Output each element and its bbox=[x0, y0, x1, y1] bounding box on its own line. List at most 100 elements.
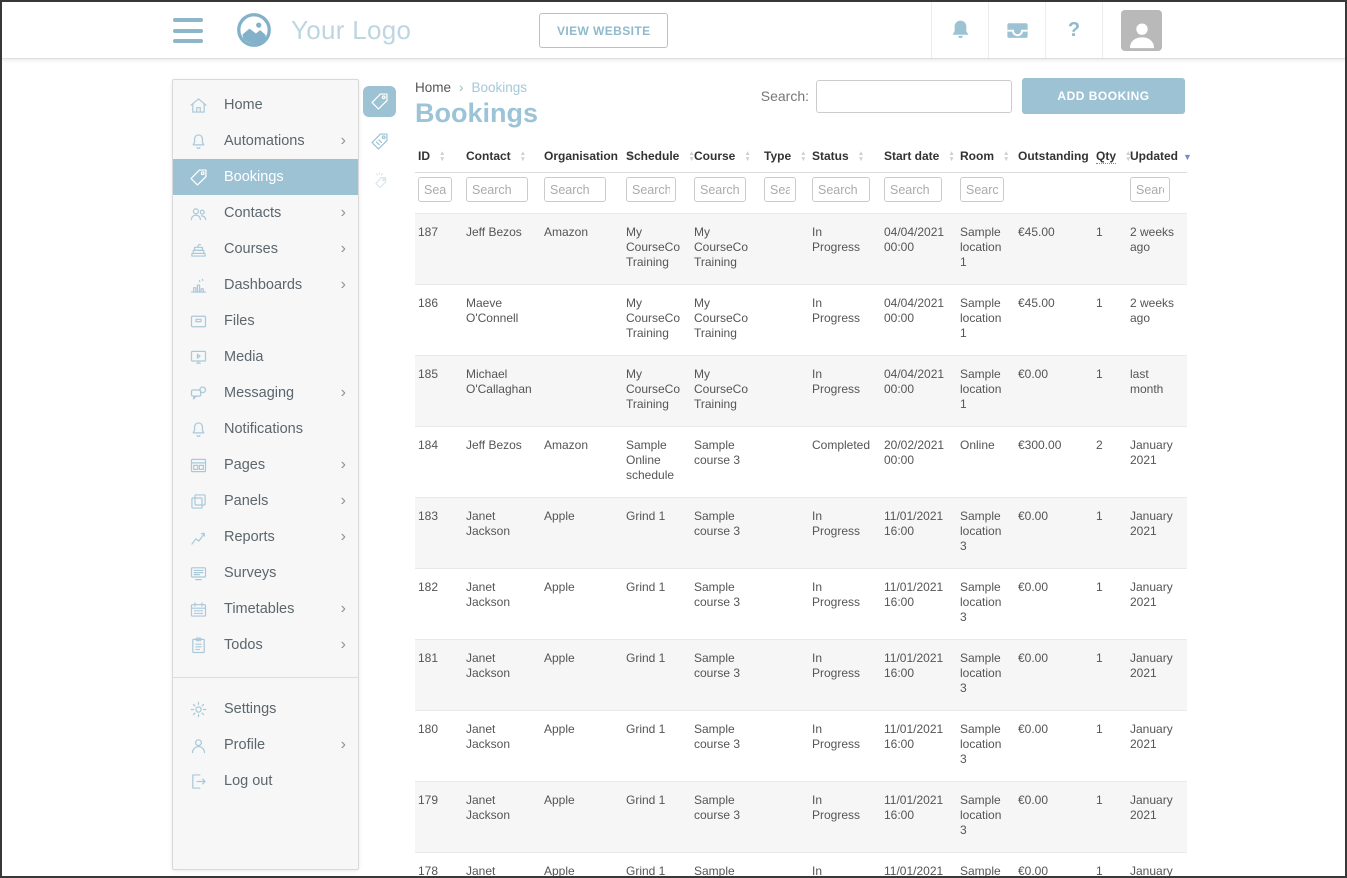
filter-type-input[interactable] bbox=[764, 177, 796, 202]
cell: My CourseCo Training bbox=[691, 214, 761, 285]
cell: €0.00 bbox=[1015, 498, 1093, 569]
table-row[interactable]: 187Jeff BezosAmazonMy CourseCo TrainingM… bbox=[415, 214, 1187, 285]
sidebar-item-label: Home bbox=[224, 97, 331, 113]
sidebar-item-surveys[interactable]: Surveys bbox=[173, 555, 358, 591]
cell bbox=[761, 782, 809, 853]
filter-contact-input[interactable] bbox=[466, 177, 528, 202]
cell: 179 bbox=[415, 782, 463, 853]
sidebar-item-files[interactable]: Files bbox=[173, 303, 358, 339]
books-icon bbox=[188, 239, 209, 260]
subnav-tag-icon[interactable] bbox=[363, 86, 396, 117]
filter-organisation-input[interactable] bbox=[544, 177, 606, 202]
sidebar-item-courses[interactable]: Courses › bbox=[173, 231, 358, 267]
column-header-start-date[interactable]: Start date▲▼ bbox=[881, 141, 957, 173]
filter-status-input[interactable] bbox=[812, 177, 870, 202]
cell: Sample location 3 bbox=[957, 711, 1015, 782]
column-header-status[interactable]: Status▲▼ bbox=[809, 141, 881, 173]
sidebar-item-todos[interactable]: Todos › bbox=[173, 627, 358, 663]
column-header-room[interactable]: Room▲▼ bbox=[957, 141, 1015, 173]
sidebar-item-pages[interactable]: Pages › bbox=[173, 447, 358, 483]
sidebar-item-label: Courses bbox=[224, 241, 326, 257]
bell-icon bbox=[188, 131, 209, 152]
column-header-qty[interactable]: Qty▲▼ bbox=[1093, 141, 1127, 173]
column-header-organisation[interactable]: Organisation▲▼ bbox=[541, 141, 623, 173]
cell: 04/04/2021 00:00 bbox=[881, 356, 957, 427]
cell: 11/01/2021 16:00 bbox=[881, 640, 957, 711]
column-header-contact[interactable]: Contact▲▼ bbox=[463, 141, 541, 173]
cell: Maeve O'Connell bbox=[463, 285, 541, 356]
notifications-bell-icon[interactable] bbox=[931, 2, 988, 58]
filter-room-input[interactable] bbox=[960, 177, 1004, 202]
sidebar-item-dashboards[interactable]: Dashboards › bbox=[173, 267, 358, 303]
sidebar-item-home[interactable]: Home bbox=[173, 87, 358, 123]
subnav-tags-icon[interactable] bbox=[363, 126, 396, 157]
people-icon bbox=[188, 203, 209, 224]
filter-start-date-input[interactable] bbox=[884, 177, 942, 202]
table-row[interactable]: 186Maeve O'ConnellMy CourseCo TrainingMy… bbox=[415, 285, 1187, 356]
table-row[interactable]: 179Janet JacksonAppleGrind 1Sample cours… bbox=[415, 782, 1187, 853]
sidebar-item-media[interactable]: Media bbox=[173, 339, 358, 375]
calendar-icon bbox=[188, 599, 209, 620]
cell: 1 bbox=[1093, 285, 1127, 356]
filter-cell bbox=[881, 173, 957, 214]
column-header-type[interactable]: Type▲▼ bbox=[761, 141, 809, 173]
sidebar-item-contacts[interactable]: Contacts › bbox=[173, 195, 358, 231]
help-icon[interactable]: ? bbox=[1045, 2, 1102, 58]
table-row[interactable]: 180Janet JacksonAppleGrind 1Sample cours… bbox=[415, 711, 1187, 782]
search-label: Search: bbox=[761, 88, 809, 104]
table-row[interactable]: 178Janet JacksonAppleGrind 1Sample cours… bbox=[415, 853, 1187, 878]
filter-course-input[interactable] bbox=[694, 177, 746, 202]
sidebar-item-panels[interactable]: Panels › bbox=[173, 483, 358, 519]
sidebar-item-profile[interactable]: Profile › bbox=[173, 727, 358, 763]
cell: Sample location 1 bbox=[957, 214, 1015, 285]
cell: Michael O'Callaghan bbox=[463, 356, 541, 427]
column-header-course[interactable]: Course▲▼ bbox=[691, 141, 761, 173]
filter-updated-input[interactable] bbox=[1130, 177, 1170, 202]
filter-id-input[interactable] bbox=[418, 177, 452, 202]
logo[interactable]: Your Logo bbox=[233, 9, 411, 51]
column-header-id[interactable]: ID▲▼ bbox=[415, 141, 463, 173]
sidebar-item-label: Todos bbox=[224, 637, 326, 653]
sidebar-item-timetables[interactable]: Timetables › bbox=[173, 591, 358, 627]
sidebar-item-reports[interactable]: Reports › bbox=[173, 519, 358, 555]
table-row[interactable]: 183Janet JacksonAppleGrind 1Sample cours… bbox=[415, 498, 1187, 569]
breadcrumb-home[interactable]: Home bbox=[415, 80, 451, 95]
sidebar-item-label: Dashboards bbox=[224, 277, 326, 293]
sidebar-item-settings[interactable]: Settings bbox=[173, 691, 358, 727]
sidebar-item-automations[interactable]: Automations › bbox=[173, 123, 358, 159]
sidebar-item-notifications[interactable]: Notifications bbox=[173, 411, 358, 447]
sidebar-item-bookings[interactable]: Bookings bbox=[173, 159, 358, 195]
cell: €0.00 bbox=[1015, 640, 1093, 711]
add-booking-button[interactable]: ADD BOOKING bbox=[1022, 78, 1185, 114]
avatar[interactable] bbox=[1121, 10, 1162, 51]
search-input[interactable] bbox=[816, 80, 1012, 113]
sidebar-divider bbox=[173, 677, 358, 678]
table-row[interactable]: 181Janet JacksonAppleGrind 1Sample cours… bbox=[415, 640, 1187, 711]
table-row[interactable]: 182Janet JacksonAppleGrind 1Sample cours… bbox=[415, 569, 1187, 640]
sort-icon: ▲▼ bbox=[800, 151, 806, 163]
subnav-tag-gift-icon[interactable] bbox=[363, 166, 396, 197]
column-header-updated[interactable]: Updated▼ bbox=[1127, 141, 1187, 173]
cell: €0.00 bbox=[1015, 711, 1093, 782]
cell: €45.00 bbox=[1015, 214, 1093, 285]
cell: Grind 1 bbox=[623, 711, 691, 782]
cell bbox=[761, 711, 809, 782]
sidebar-item-log-out[interactable]: Log out bbox=[173, 763, 358, 799]
filter-schedule-input[interactable] bbox=[626, 177, 676, 202]
sidebar-item-messaging[interactable]: Messaging › bbox=[173, 375, 358, 411]
table-row[interactable]: 185Michael O'CallaghanMy CourseCo Traini… bbox=[415, 356, 1187, 427]
column-header-schedule[interactable]: Schedule▲▼ bbox=[623, 141, 691, 173]
inbox-icon[interactable] bbox=[988, 2, 1045, 58]
cell: 180 bbox=[415, 711, 463, 782]
sort-desc-icon: ▼ bbox=[1183, 152, 1192, 162]
chevron-right-icon: › bbox=[341, 601, 346, 617]
menu-icon[interactable] bbox=[173, 18, 203, 43]
table-row[interactable]: 184Jeff BezosAmazonSample Online schedul… bbox=[415, 427, 1187, 498]
cell: 182 bbox=[415, 569, 463, 640]
view-website-button[interactable]: VIEW WEBSITE bbox=[539, 13, 668, 48]
cell: In Progress bbox=[809, 711, 881, 782]
column-label: Qty bbox=[1096, 149, 1116, 164]
cell: Grind 1 bbox=[623, 782, 691, 853]
cell bbox=[761, 569, 809, 640]
bookings-subnav bbox=[363, 86, 397, 197]
